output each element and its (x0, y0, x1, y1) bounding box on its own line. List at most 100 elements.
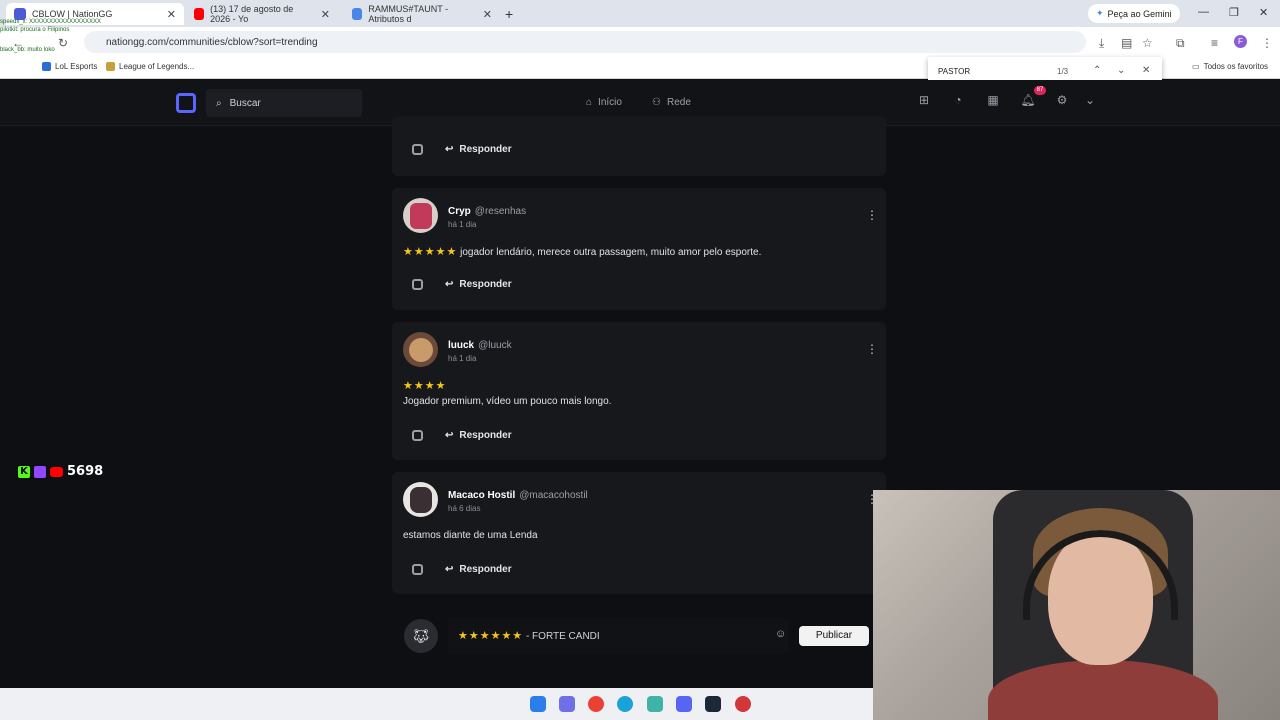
comment-card: Cryp @resenhas há 1 dia ⋮ ★★★★★ jogador l… (392, 188, 886, 310)
rating-stars: ★★★★ (403, 380, 447, 392)
comment-text: jogador lendário, merece outra passagem,… (460, 247, 762, 258)
youtube-favicon-icon (194, 8, 205, 20)
composer-stars: ★★★★★★ (458, 630, 524, 642)
gemini-sparkle-icon: ✦ (1096, 8, 1104, 18)
gg-react-icon[interactable] (412, 279, 423, 290)
more-icon[interactable]: ⋮ (1261, 36, 1273, 50)
author-name: Cryp (448, 206, 471, 217)
reading-icon[interactable]: ▤ (1121, 36, 1132, 50)
user-avatar: 🐺︎ (404, 619, 438, 653)
avatar[interactable] (403, 482, 438, 517)
chat-line: speedx_x: XXXXXXXXXXXXXXXXXX (0, 19, 102, 25)
reply-arrow-icon: ↩ (445, 279, 454, 290)
search-placeholder: Buscar (229, 97, 261, 109)
more-options-icon[interactable]: ⋮ (866, 342, 878, 356)
maximize-icon[interactable]: ❐ (1229, 6, 1239, 19)
webcam-feed (873, 490, 1280, 720)
comment-author[interactable]: Macaco Hostil @macacohostil (448, 490, 588, 501)
publish-button[interactable]: Publicar (799, 626, 869, 646)
copilot-icon[interactable] (559, 696, 575, 712)
gemini-button[interactable]: ✦ Peça ao Gemini (1088, 4, 1180, 23)
discord-icon[interactable] (676, 696, 692, 712)
find-close-icon[interactable]: ✕ (1142, 65, 1150, 76)
media-icon[interactable]: ≡ (1211, 36, 1218, 50)
nav-home[interactable]: ⌂ Início (586, 97, 622, 108)
extensions-icon[interactable]: ⧉ (1176, 36, 1185, 51)
create-post-icon[interactable]: ⊞ (913, 93, 935, 113)
comment-composer: 🐺︎ ★★★★★★ - FORTE CANDI ☺ Publicar (404, 618, 872, 656)
avatar[interactable] (403, 332, 438, 367)
reply-button[interactable]: ↩ Responder (445, 564, 512, 575)
gg-react-icon[interactable] (412, 430, 423, 441)
more-options-icon[interactable]: ⋮ (866, 208, 878, 222)
nationgg-logo[interactable] (176, 93, 196, 113)
nav-network[interactable]: ⚇ Rede (652, 97, 691, 108)
viewer-counter: K 5698 (18, 464, 103, 479)
edge-icon[interactable] (617, 696, 633, 712)
emoji-icon[interactable]: ☺ (775, 628, 786, 640)
gemini-label: Peça ao Gemini (1107, 8, 1172, 19)
close-tab-icon[interactable]: ✕ (167, 8, 176, 21)
gg-react-icon[interactable] (412, 144, 423, 155)
all-bookmarks[interactable]: ▭ Todos os favoritos (1192, 62, 1268, 71)
chat-line: pilotkit: procura o Filipinos (0, 27, 70, 33)
activity-icon[interactable]: ◔ (947, 93, 969, 113)
reply-arrow-icon: ↩ (445, 144, 454, 155)
bookmark-star-icon[interactable]: ☆ (1142, 36, 1153, 50)
comment-input[interactable]: ★★★★★★ - FORTE CANDI (448, 618, 788, 654)
browser-tab-bar: CBLOW | NationGG ✕ (13) 17 de agosto de … (0, 0, 1280, 27)
find-prev-icon[interactable]: ⌃ (1093, 65, 1101, 76)
comment-author[interactable]: luuck @luuck (448, 340, 512, 351)
settings-icon[interactable]: ⚙ (1051, 93, 1073, 113)
search-box[interactable]: ⌕ Buscar (206, 89, 362, 117)
chevron-down-icon[interactable]: ⌄ (1079, 93, 1101, 113)
author-name: luuck (448, 340, 475, 351)
reply-label: Responder (459, 430, 512, 441)
riot-client-icon[interactable] (735, 696, 751, 712)
home-icon: ⌂ (586, 97, 593, 108)
find-input[interactable]: PASTOR (938, 67, 970, 76)
stream-chat-overlay: speedx_x: XXXXXXXXXXXXXXXXXX pilotkit: p… (0, 0, 140, 66)
install-icon[interactable]: ⤓ (1099, 36, 1104, 51)
search-icon: ⌕ (216, 97, 222, 109)
reply-label: Responder (459, 144, 512, 155)
nav-network-label: Rede (666, 97, 691, 108)
comment-author[interactable]: Cryp @resenhas (448, 206, 526, 217)
tab-youtube[interactable]: (13) 17 de agosto de 2026 - Yo ✕ (186, 3, 338, 25)
tab-rammus[interactable]: RAMMUS#TAUNT - Atributos d ✕ (344, 3, 500, 25)
close-window-icon[interactable]: ✕ (1259, 6, 1268, 19)
notification-badge: 87 (1034, 86, 1046, 95)
docs-favicon-icon (352, 8, 363, 20)
windows-start-icon[interactable] (530, 696, 546, 712)
comment-actions: ↩ Responder (412, 144, 512, 155)
os-taskbar (0, 688, 873, 720)
comment-time: há 6 dias (448, 504, 481, 513)
author-name: Macaco Hostil (448, 490, 516, 501)
gg-react-icon[interactable] (412, 564, 423, 575)
app-icon[interactable] (647, 696, 663, 712)
profile-avatar[interactable]: F (1234, 35, 1247, 48)
reply-label: Responder (459, 564, 512, 575)
reply-button[interactable]: ↩ Responder (445, 430, 512, 441)
close-tab-icon[interactable]: ✕ (483, 8, 492, 21)
bell-icon[interactable]: 🔔︎ (1017, 93, 1039, 113)
minimize-icon[interactable]: — (1198, 6, 1209, 18)
comment-actions: ↩ Responder (412, 279, 512, 290)
reply-button[interactable]: ↩ Responder (445, 279, 512, 290)
steam-icon[interactable] (705, 696, 721, 712)
bookmark-label: Todos os favoritos (1203, 62, 1269, 71)
comment-card: ↩ Responder (392, 116, 886, 176)
reply-button[interactable]: ↩ Responder (445, 144, 512, 155)
people-icon: ⚇ (652, 97, 661, 108)
find-next-icon[interactable]: ⌄ (1117, 65, 1125, 76)
avatar[interactable] (403, 198, 438, 233)
comment-text: Jogador premium, vídeo um pouco mais lon… (403, 396, 612, 407)
tab-title: (13) 17 de agosto de 2026 - Yo (210, 4, 294, 24)
url-field[interactable]: nationgg.com/communities/cblow?sort=tren… (84, 31, 1086, 53)
address-bar-row: ← ↻ nationgg.com/communities/cblow?sort=… (0, 27, 1280, 57)
new-tab-button[interactable]: + (505, 6, 513, 22)
close-tab-icon[interactable]: ✕ (321, 8, 330, 21)
comment-text: estamos diante de uma Lenda (403, 530, 538, 541)
calendar-icon[interactable]: ▦ (982, 93, 1004, 113)
chrome-icon[interactable] (588, 696, 604, 712)
